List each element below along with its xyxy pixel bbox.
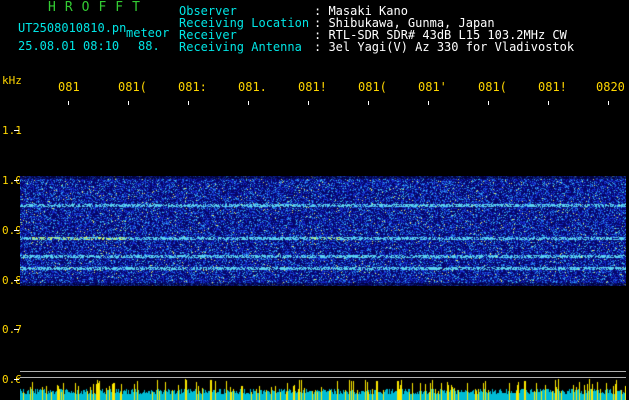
time-tick [68,101,69,105]
freq-unit-label: kHz [2,74,22,87]
time-tick [488,101,489,105]
time-label-9: 081! [538,80,567,94]
time-tick [188,101,189,105]
time-tick [368,101,369,105]
time-tick [128,101,129,105]
time-label-6: 081( [358,80,387,94]
time-label-3: 081: [178,80,207,94]
time-label-4: 081. [238,80,267,94]
datetime-label: 25.08.01 08:10 [18,39,120,53]
time-label-5: 081! [298,80,327,94]
time-tick [428,101,429,105]
meteor-label: meteor [126,26,170,40]
hrofft-window: HROFFT UT2508010810.pn meteor 25.08.01 0… [0,0,629,400]
time-tick [608,101,609,105]
time-tick [308,101,309,105]
antenna-value: : 3el Yagi(V) Az 330 for Vladivostok [314,40,575,54]
app-brand: HROFFT [48,0,149,15]
time-label-8: 081( [478,80,507,94]
freq-tick [14,230,19,231]
time-tick [248,101,249,105]
antenna-label: Receiving Antenna [179,40,302,54]
time-label-10: 0820 [596,80,625,94]
reference-line [20,371,626,372]
freq-tick [14,180,19,181]
freq-tick [14,280,19,281]
freq-tick [14,130,19,131]
signal-level-bars [20,378,626,400]
filename-label: UT2508010810.pn [18,21,127,35]
time-label-1: 081 [58,80,80,94]
time-tick [548,101,549,105]
freq-tick [14,329,19,330]
time-label-2: 081( [118,80,147,94]
freq-tick [14,379,19,380]
meteor-count: 88. [138,39,160,53]
time-label-7: 081' [418,80,447,94]
spectrogram [20,176,626,286]
